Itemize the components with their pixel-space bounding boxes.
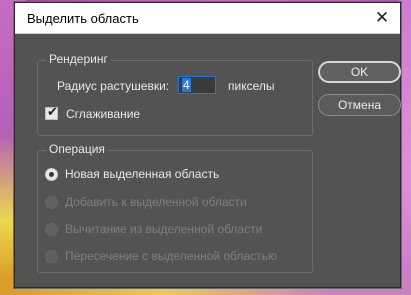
radius-value: 4 xyxy=(182,78,191,92)
radio-intersect-selection[interactable] xyxy=(45,250,58,263)
dialog-titlebar: Выделить область ✕ xyxy=(15,3,400,34)
check-icon: ✔ xyxy=(47,104,58,119)
operation-legend: Операция xyxy=(46,142,108,156)
feather-selection-dialog: Выделить область ✕ Рендеринг Радиус раст… xyxy=(14,2,401,288)
ok-button[interactable]: OK xyxy=(318,61,401,83)
radio-new-selection[interactable] xyxy=(45,168,58,181)
smoothing-checkbox[interactable]: ✔ xyxy=(45,104,58,120)
units-label: пикселы xyxy=(228,79,275,93)
cancel-button[interactable]: Отмена xyxy=(318,94,401,116)
radio-subtract-selection[interactable] xyxy=(45,223,58,236)
dialog-title: Выделить область xyxy=(27,11,139,26)
radio-add-selection-label: Добавить к выделенной области xyxy=(65,195,247,209)
close-icon[interactable]: ✕ xyxy=(370,7,394,29)
radio-add-selection[interactable] xyxy=(45,196,58,209)
rendering-legend: Рендеринг xyxy=(46,52,111,66)
rendering-group: Рендеринг xyxy=(37,52,313,136)
radius-label: Радиус растушевки: xyxy=(57,79,170,93)
smoothing-label: Сглаживание xyxy=(66,107,141,121)
radio-subtract-selection-label: Вычитание из выделенной области xyxy=(65,222,263,236)
radio-intersect-selection-label: Пересечение с выделенной областью xyxy=(65,249,277,263)
radius-input[interactable]: 4 xyxy=(178,76,216,94)
radio-new-selection-label: Новая выделенная область xyxy=(65,167,220,181)
